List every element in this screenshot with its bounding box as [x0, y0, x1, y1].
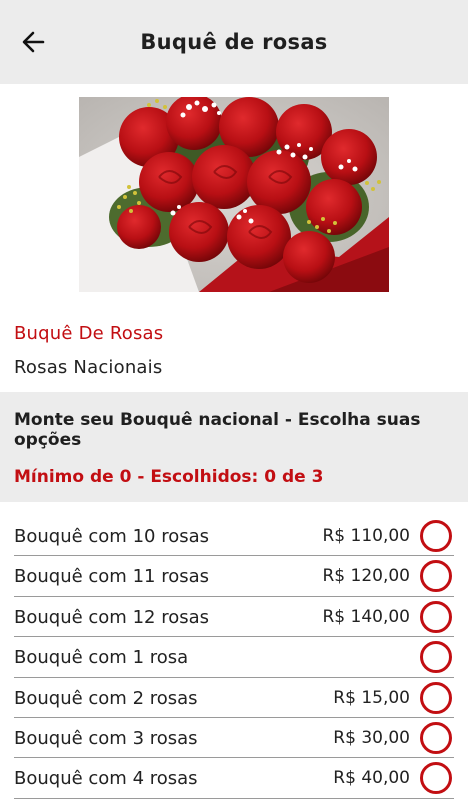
- options-section-title: Monte seu Bouquê nacional - Escolha suas…: [14, 410, 421, 450]
- option-label: Bouquê com 3 rosas: [14, 727, 198, 749]
- options-list: Bouquê com 10 rosas R$ 110,00 Bouquê com…: [0, 516, 468, 799]
- option-row[interactable]: Bouquê com 10 rosas R$ 110,00: [14, 516, 454, 557]
- option-price: R$ 30,00: [333, 727, 410, 748]
- option-row[interactable]: Bouquê com 1 rosa: [14, 637, 454, 678]
- option-row[interactable]: Bouquê com 4 rosas R$ 40,00: [14, 758, 454, 799]
- option-price: R$ 110,00: [322, 526, 410, 546]
- option-row[interactable]: Bouquê com 2 rosas R$ 15,00: [14, 678, 454, 718]
- option-row[interactable]: Bouquê com 12 rosas R$ 140,00: [14, 597, 454, 638]
- product-name: Buquê De Rosas: [14, 323, 164, 344]
- product-image: [79, 97, 389, 292]
- page-title: Buquê de rosas: [140, 30, 328, 54]
- option-radio[interactable]: [420, 600, 452, 633]
- option-price: R$ 120,00: [322, 566, 410, 587]
- selection-counter: Mínimo de 0 - Escolhidos: 0 de 3: [14, 467, 324, 487]
- option-row[interactable]: Bouquê com 11 rosas R$ 120,00: [14, 556, 454, 597]
- option-label: Bouquê com 12 rosas: [14, 606, 209, 628]
- product-subtitle: Rosas Nacionais: [14, 357, 163, 378]
- option-label: Bouquê com 11 rosas: [14, 566, 209, 588]
- option-radio[interactable]: [420, 721, 452, 754]
- option-label: Bouquê com 2 rosas: [14, 687, 198, 709]
- option-radio[interactable]: [420, 681, 452, 714]
- divider: [14, 797, 454, 799]
- option-price: R$ 15,00: [333, 687, 410, 708]
- option-radio[interactable]: [420, 520, 452, 552]
- option-label: Bouquê com 1 rosa: [14, 647, 189, 669]
- option-radio[interactable]: [420, 641, 452, 674]
- option-label: Bouquê com 4 rosas: [14, 768, 198, 790]
- option-radio[interactable]: [420, 560, 452, 593]
- option-price: R$ 40,00: [333, 768, 410, 789]
- option-radio[interactable]: [420, 762, 452, 795]
- option-label: Bouquê com 10 rosas: [14, 526, 209, 547]
- option-row[interactable]: Bouquê com 3 rosas R$ 30,00: [14, 718, 454, 759]
- options-section-header: Monte seu Bouquê nacional - Escolha suas…: [0, 392, 468, 502]
- app-header: Buquê de rosas: [0, 0, 468, 84]
- option-price: R$ 140,00: [322, 606, 410, 627]
